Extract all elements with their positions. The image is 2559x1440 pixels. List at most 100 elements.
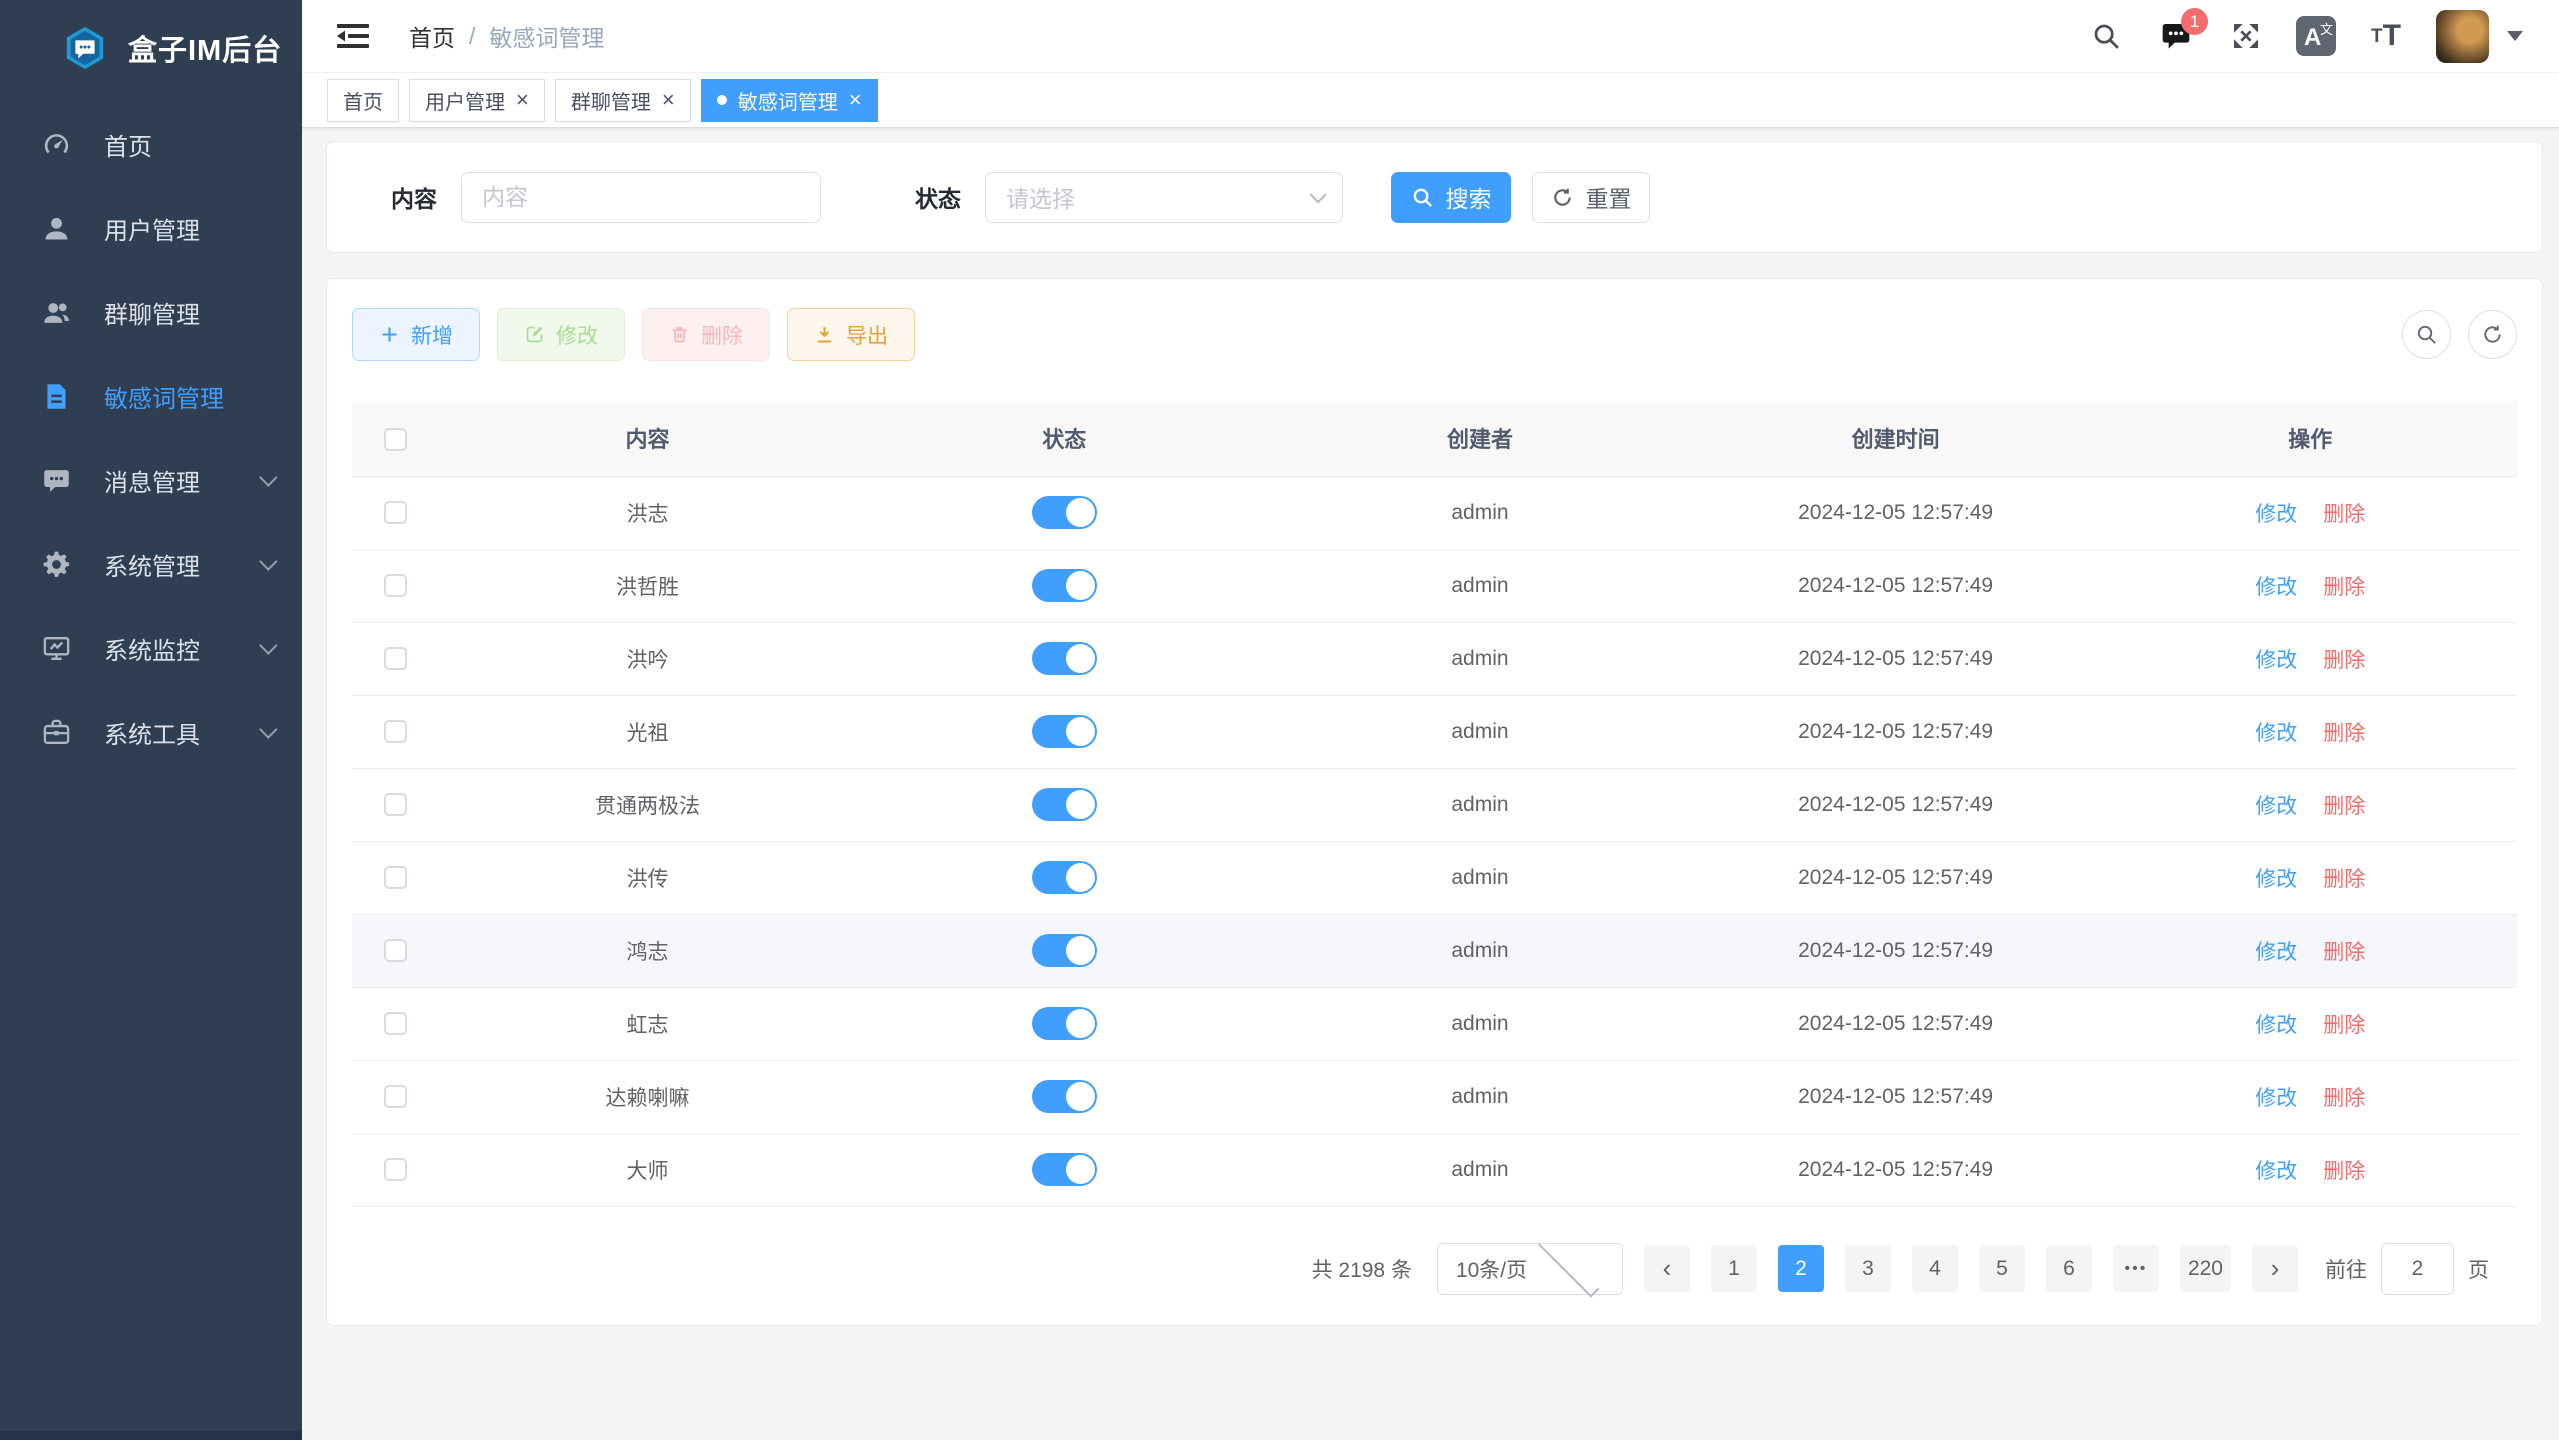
edit-link[interactable]: 修改 xyxy=(2255,1155,2297,1185)
table-body: 洪志admin2024-12-05 12:57:49修改删除洪哲胜admin20… xyxy=(352,476,2517,1206)
search-button[interactable]: 搜索 xyxy=(1391,172,1511,223)
fullscreen-icon[interactable] xyxy=(2226,16,2266,56)
reset-button[interactable]: 重置 xyxy=(1532,172,1650,223)
translate-icon[interactable]: A文 xyxy=(2296,16,2336,56)
edit-button[interactable]: 修改 xyxy=(497,308,625,361)
delete-link[interactable]: 删除 xyxy=(2323,1009,2365,1039)
next-page-button[interactable]: › xyxy=(2252,1245,2298,1292)
page-button-1[interactable]: 1 xyxy=(1711,1245,1757,1292)
delete-link[interactable]: 删除 xyxy=(2323,498,2365,528)
tab-sensitive-words[interactable]: 敏感词管理× xyxy=(701,79,878,122)
sidebar-item-system-mgmt[interactable]: 系统管理 xyxy=(0,522,302,606)
page-size-select[interactable]: 10条/页 xyxy=(1437,1243,1623,1295)
row-checkbox[interactable] xyxy=(384,793,407,816)
row-checkbox[interactable] xyxy=(384,720,407,743)
row-checkbox[interactable] xyxy=(384,574,407,597)
status-toggle[interactable] xyxy=(1032,642,1097,675)
sidebar-item-label: 消息管理 xyxy=(104,463,200,498)
close-icon[interactable]: × xyxy=(662,89,675,111)
tab-home[interactable]: 首页 xyxy=(327,79,399,122)
edit-link[interactable]: 修改 xyxy=(2255,498,2297,528)
status-toggle[interactable] xyxy=(1032,569,1097,602)
edit-link[interactable]: 修改 xyxy=(2255,644,2297,674)
status-toggle[interactable] xyxy=(1032,861,1097,894)
row-checkbox[interactable] xyxy=(384,1085,407,1108)
cell-creator: admin xyxy=(1272,768,1688,841)
sidebar-item-label: 系统管理 xyxy=(104,547,200,582)
sidebar-item-sensitive-words[interactable]: 敏感词管理 xyxy=(0,354,302,438)
content-filter-input[interactable] xyxy=(461,172,821,223)
delete-link[interactable]: 删除 xyxy=(2323,1082,2365,1112)
status-filter-select[interactable]: 请选择 xyxy=(985,172,1343,223)
tab-user-mgmt[interactable]: 用户管理× xyxy=(409,79,545,122)
status-toggle[interactable] xyxy=(1032,1080,1097,1113)
page-button-5[interactable]: 5 xyxy=(1979,1245,2025,1292)
page-button-6[interactable]: 6 xyxy=(2046,1245,2092,1292)
edit-link[interactable]: 修改 xyxy=(2255,863,2297,893)
close-icon[interactable]: × xyxy=(849,89,862,111)
show-search-icon[interactable] xyxy=(2402,310,2451,359)
edit-link[interactable]: 修改 xyxy=(2255,936,2297,966)
status-toggle[interactable] xyxy=(1032,1007,1097,1040)
sidebar-item-user-mgmt[interactable]: 用户管理 xyxy=(0,186,302,270)
delete-link[interactable]: 删除 xyxy=(2323,1155,2365,1185)
status-toggle[interactable] xyxy=(1032,496,1097,529)
add-button[interactable]: 新增 xyxy=(352,308,480,361)
edit-link[interactable]: 修改 xyxy=(2255,717,2297,747)
tab-group-mgmt[interactable]: 群聊管理× xyxy=(555,79,691,122)
header-search-icon[interactable] xyxy=(2086,16,2126,56)
avatar[interactable] xyxy=(2436,10,2489,63)
row-checkbox[interactable] xyxy=(384,1158,407,1181)
user-menu[interactable] xyxy=(2436,10,2523,63)
row-checkbox[interactable] xyxy=(384,647,407,670)
messages-icon[interactable]: 1 xyxy=(2156,16,2196,56)
edit-link[interactable]: 修改 xyxy=(2255,1009,2297,1039)
row-checkbox[interactable] xyxy=(384,866,407,889)
page-content: 内容 状态 请选择 搜索 重置 新增 xyxy=(302,128,2559,1440)
row-checkbox[interactable] xyxy=(384,939,407,962)
delete-link[interactable]: 删除 xyxy=(2323,644,2365,674)
pager-ellipsis[interactable]: ••• xyxy=(2113,1245,2159,1292)
delete-link[interactable]: 删除 xyxy=(2323,571,2365,601)
sidebar-item-group-mgmt[interactable]: 群聊管理 xyxy=(0,270,302,354)
sidebar-item-system-tools[interactable]: 系统工具 xyxy=(0,690,302,774)
prev-page-button[interactable]: ‹ xyxy=(1644,1245,1690,1292)
status-toggle[interactable] xyxy=(1032,934,1097,967)
cell-creator: admin xyxy=(1272,987,1688,1060)
row-checkbox[interactable] xyxy=(384,501,407,524)
delete-button[interactable]: 删除 xyxy=(642,308,770,361)
sidebar-item-label: 敏感词管理 xyxy=(104,379,224,414)
delete-link[interactable]: 删除 xyxy=(2323,717,2365,747)
table-row: 鸿志admin2024-12-05 12:57:49修改删除 xyxy=(352,914,2517,987)
edit-link[interactable]: 修改 xyxy=(2255,790,2297,820)
sidebar-item-message-mgmt[interactable]: 消息管理 xyxy=(0,438,302,522)
edit-link[interactable]: 修改 xyxy=(2255,1082,2297,1112)
app-logo[interactable]: 盒子IM后台 xyxy=(0,0,302,96)
collapse-sidebar-icon[interactable] xyxy=(335,20,373,52)
page-button-2[interactable]: 2 xyxy=(1778,1245,1824,1292)
edit-link[interactable]: 修改 xyxy=(2255,571,2297,601)
select-all-checkbox[interactable] xyxy=(384,428,407,451)
page-button-220[interactable]: 220 xyxy=(2180,1245,2231,1292)
status-toggle[interactable] xyxy=(1032,1153,1097,1186)
status-toggle[interactable] xyxy=(1032,715,1097,748)
page-button-3[interactable]: 3 xyxy=(1845,1245,1891,1292)
sidebar-item-home[interactable]: 首页 xyxy=(0,102,302,186)
cell-created-at: 2024-12-05 12:57:49 xyxy=(1688,1060,2104,1133)
sidebar-item-system-monitor[interactable]: 系统监控 xyxy=(0,606,302,690)
page-button-4[interactable]: 4 xyxy=(1912,1245,1958,1292)
delete-link[interactable]: 删除 xyxy=(2323,790,2365,820)
delete-link[interactable]: 删除 xyxy=(2323,936,2365,966)
app-logo-icon xyxy=(62,25,108,71)
breadcrumb-home[interactable]: 首页 xyxy=(409,19,455,53)
delete-link[interactable]: 删除 xyxy=(2323,863,2365,893)
close-icon[interactable]: × xyxy=(516,89,529,111)
row-checkbox[interactable] xyxy=(384,1012,407,1035)
status-toggle[interactable] xyxy=(1032,788,1097,821)
cell-content: 光祖 xyxy=(439,695,857,768)
refresh-icon[interactable] xyxy=(2468,310,2517,359)
export-button[interactable]: 导出 xyxy=(787,308,915,361)
font-size-icon[interactable]: TT xyxy=(2366,16,2406,56)
sidebar-item-label: 系统监控 xyxy=(104,631,200,666)
page-jump-input[interactable] xyxy=(2381,1243,2454,1295)
